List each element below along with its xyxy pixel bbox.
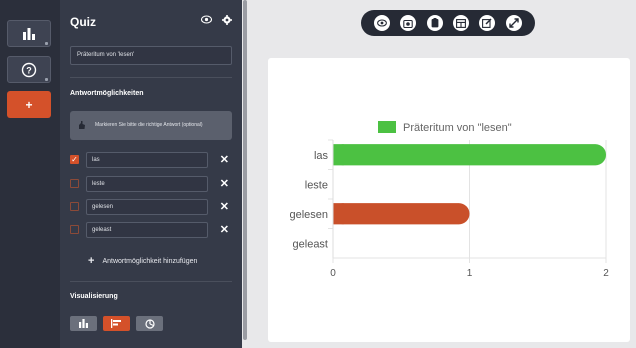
- quiz-button[interactable]: ?: [7, 56, 51, 83]
- correct-checkbox[interactable]: [70, 179, 79, 188]
- plus-icon: +: [25, 97, 33, 112]
- fullscreen-button[interactable]: [505, 15, 522, 31]
- quiz-settings-panel: Quiz Präteritum von 'lesen' Antwortmögli…: [60, 0, 242, 348]
- question-icon: ?: [21, 62, 37, 77]
- gear-icon[interactable]: [222, 15, 232, 25]
- correct-answer-hint: Markieren Sie bitte die richtige Antwort…: [70, 111, 232, 140]
- panel-title: Quiz: [70, 15, 96, 29]
- table-icon: [456, 18, 467, 28]
- preview-area: Präteritum von "lesen" 0 1 2 las leste gelesen…: [247, 0, 636, 348]
- remove-option-icon[interactable]: ✕: [220, 200, 229, 213]
- panel-header-icons: [201, 15, 232, 25]
- edit-icon: [482, 18, 492, 28]
- edit-button[interactable]: [479, 15, 496, 31]
- option-row: geleast ✕: [70, 222, 232, 238]
- divider: [70, 281, 232, 282]
- correct-checkbox[interactable]: [70, 202, 79, 211]
- divider: [70, 77, 232, 78]
- question-input[interactable]: Präteritum von 'lesen': [70, 46, 232, 65]
- pointer-hand-icon: [79, 121, 85, 129]
- bar-chart-button[interactable]: [103, 316, 130, 331]
- option-field[interactable]: geleast: [86, 222, 208, 238]
- category-label: las: [314, 150, 329, 162]
- camera-icon: [403, 19, 414, 28]
- x-tick-label: 1: [467, 268, 473, 279]
- remove-option-icon[interactable]: ✕: [220, 153, 229, 166]
- category-label: geleast: [293, 238, 328, 250]
- chart-bar: [333, 203, 470, 225]
- expand-icon: [509, 18, 519, 28]
- option-field[interactable]: gelesen: [86, 199, 208, 215]
- chart-card: Präteritum von "lesen" 0 1 2 las leste gelesen…: [268, 58, 630, 342]
- preview-button[interactable]: [374, 15, 391, 31]
- answers-heading: Antwortmöglichkeiten: [70, 90, 144, 97]
- add-option-button[interactable]: + Antwortmöglichkeit hinzufügen: [88, 255, 197, 267]
- option-row: ✓ las ✕: [70, 152, 232, 168]
- category-label: leste: [305, 179, 328, 191]
- option-row: leste ✕: [70, 176, 232, 192]
- svg-text:?: ?: [26, 65, 32, 75]
- remove-option-icon[interactable]: ✕: [220, 223, 229, 236]
- clipboard-icon: [431, 18, 439, 28]
- option-row: gelesen ✕: [70, 199, 232, 215]
- chart-bar-base: [333, 144, 344, 166]
- category-label: gelesen: [289, 209, 328, 221]
- correct-checkbox[interactable]: ✓: [70, 155, 79, 164]
- charts-button[interactable]: [7, 20, 51, 47]
- pie-chart-icon: [144, 318, 155, 329]
- eye-icon: [377, 19, 388, 27]
- column-chart-icon: [79, 319, 88, 328]
- add-option-label: Antwortmöglichkeit hinzufügen: [102, 257, 198, 265]
- hint-text: Markieren Sie bitte die richtige Antwort…: [95, 122, 203, 128]
- remove-option-icon[interactable]: ✕: [220, 177, 229, 190]
- copy-button[interactable]: [426, 15, 443, 31]
- corner-mark: [45, 42, 48, 45]
- corner-mark: [45, 78, 48, 81]
- add-slide-button[interactable]: +: [7, 91, 51, 118]
- horizontal-bar-icon: [111, 319, 121, 328]
- plus-icon: +: [88, 255, 95, 267]
- x-tick-label: 2: [603, 268, 609, 279]
- correct-checkbox[interactable]: [70, 225, 79, 234]
- results-bar-chart: Präteritum von "lesen" 0 1 2 las leste gelesen…: [289, 121, 609, 279]
- preview-toolbar: [361, 10, 535, 36]
- option-field[interactable]: leste: [86, 176, 208, 192]
- column-chart-button[interactable]: [70, 316, 97, 331]
- visualization-heading: Visualisierung: [70, 293, 118, 300]
- chart-bar-base: [333, 203, 344, 225]
- pie-chart-button[interactable]: [136, 316, 163, 331]
- screenshot-button[interactable]: [400, 15, 417, 31]
- tool-rail: ? +: [0, 0, 60, 348]
- x-tick-label: 0: [330, 268, 336, 279]
- table-button[interactable]: [453, 15, 470, 31]
- option-field[interactable]: las: [86, 152, 208, 168]
- legend-swatch: [378, 121, 396, 133]
- eye-icon[interactable]: [201, 15, 212, 24]
- bar-chart-icon: [23, 27, 35, 40]
- legend-label: Präteritum von "lesen": [403, 122, 512, 134]
- chart-bar: [333, 144, 606, 166]
